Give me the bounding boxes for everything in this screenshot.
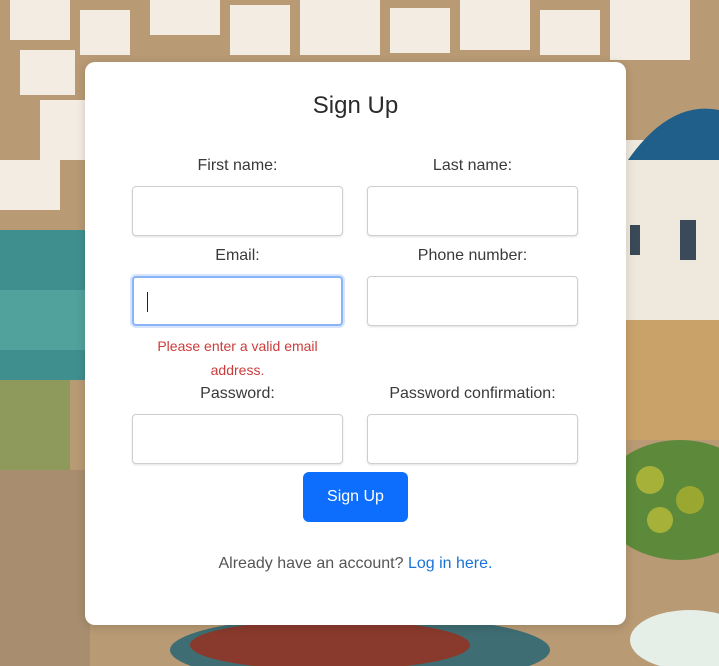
login-prompt: Already have an account? Log in here. [85,555,626,573]
password-field[interactable] [132,414,343,464]
password-confirmation-field[interactable] [367,414,578,464]
phone-label: Phone number: [417,247,528,264]
last-name-field[interactable] [367,186,578,236]
sign-up-button[interactable]: Sign Up [303,472,408,522]
email-error-message: Please enter a valid email address. [157,338,318,378]
login-link[interactable]: Log in here. [408,555,493,572]
email-label: Email: [215,247,260,264]
phone-field[interactable] [367,276,578,326]
first-name-label: First name: [197,157,278,174]
last-name-label: Last name: [432,157,513,174]
password-label: Password: [200,385,275,402]
email-field[interactable] [132,276,343,326]
first-name-field[interactable] [132,186,343,236]
password-confirmation-label: Password confirmation: [389,385,556,402]
text-caret [147,292,148,312]
signup-card: Sign Up First name: Last name: Email: Pl… [85,62,626,625]
page-title: Sign Up [312,92,399,119]
login-prompt-text: Already have an account? [218,555,404,572]
